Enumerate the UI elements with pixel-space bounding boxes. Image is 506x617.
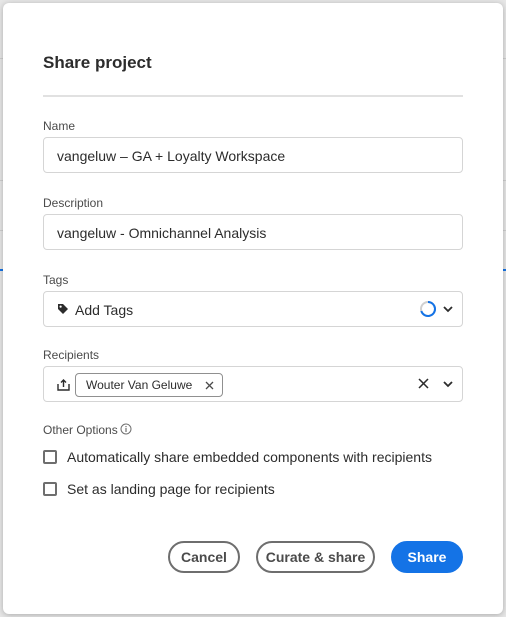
description-value: vangeluw - Omnichannel Analysis	[57, 225, 267, 241]
title-divider	[43, 95, 463, 97]
recipients-label: Recipients	[43, 348, 100, 362]
description-label: Description	[43, 196, 104, 210]
name-value: vangeluw – GA + Loyalty Workspace	[57, 148, 286, 164]
share-project-dialog: Share project Name vangeluw – GA + Loyal…	[3, 3, 503, 614]
tags-combobox[interactable]: Add Tags	[43, 291, 463, 327]
description-field[interactable]: vangeluw - Omnichannel Analysis	[43, 214, 463, 250]
clear-icon[interactable]	[418, 378, 429, 389]
share-button[interactable]: Share	[391, 541, 463, 573]
landing-page-checkbox[interactable]	[43, 482, 57, 496]
auto-share-label: Automatically share embedded components …	[67, 449, 432, 465]
chevron-down-icon[interactable]	[442, 378, 454, 390]
recipient-chip[interactable]: Wouter Van Geluwe	[75, 373, 224, 397]
close-icon[interactable]	[205, 381, 214, 390]
share-icon	[57, 379, 70, 391]
auto-share-checkbox[interactable]	[43, 450, 57, 464]
spinner-icon	[420, 301, 436, 317]
other-options-label: Other Options	[43, 423, 118, 437]
name-field[interactable]: vangeluw – GA + Loyalty Workspace	[43, 137, 463, 173]
tags-placeholder: Add Tags	[75, 302, 134, 318]
tags-label: Tags	[43, 273, 69, 287]
info-icon[interactable]	[120, 423, 132, 435]
chevron-down-icon[interactable]	[442, 303, 454, 315]
landing-page-label: Set as landing page for recipients	[67, 481, 275, 497]
recipients-combobox[interactable]: Wouter Van Geluwe	[43, 366, 463, 402]
dialog-title: Share project	[43, 53, 152, 72]
cancel-button[interactable]: Cancel	[168, 541, 240, 573]
recipient-chip-label: Wouter Van Geluwe	[86, 378, 193, 392]
tag-icon	[58, 304, 68, 314]
name-label: Name	[43, 119, 76, 133]
curate-share-button[interactable]: Curate & share	[256, 541, 375, 573]
